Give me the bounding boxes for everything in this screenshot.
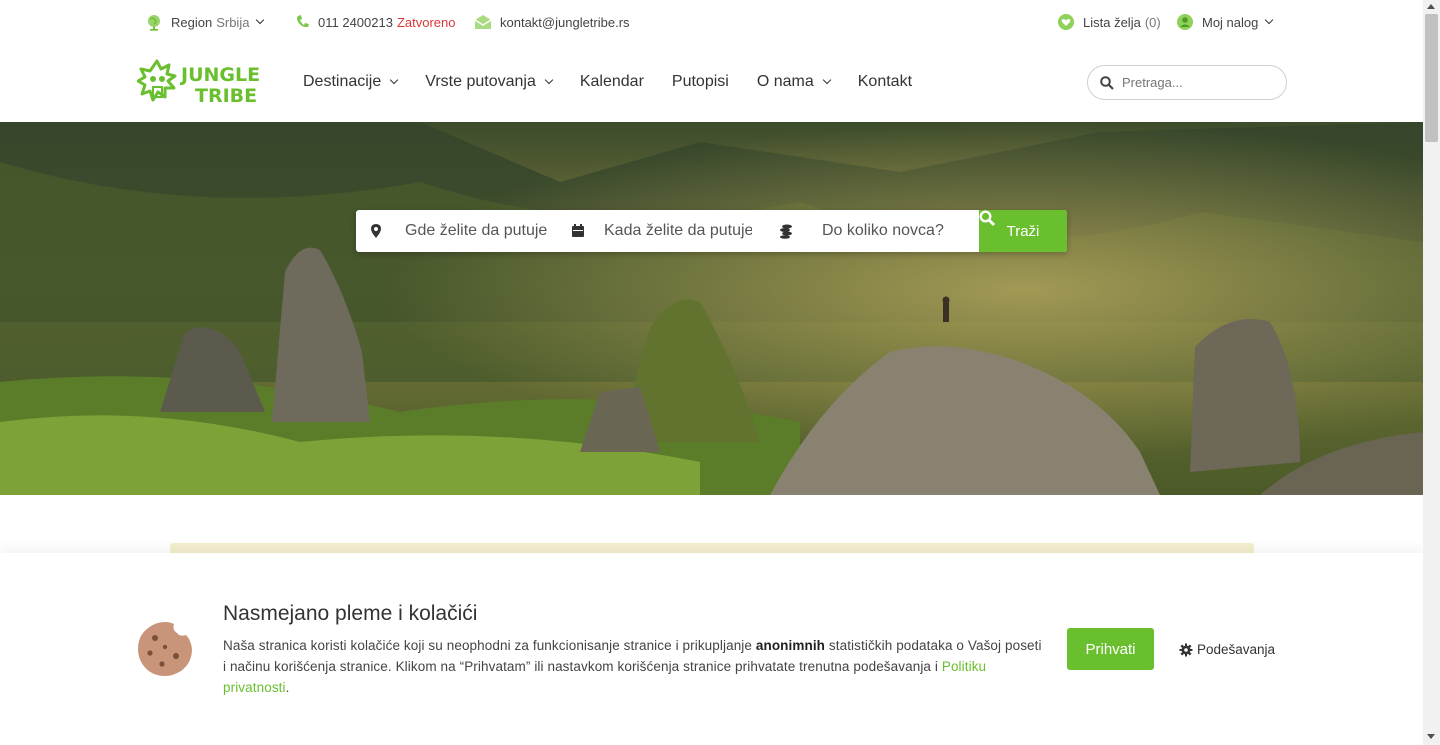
nav-item-putopisi[interactable]: Putopisi xyxy=(672,71,729,93)
date-field[interactable] xyxy=(558,210,766,252)
phone-icon xyxy=(297,15,309,28)
nav-label: Kalendar xyxy=(579,73,644,90)
region-selector[interactable]: Region Srbija xyxy=(145,13,265,31)
cookie-title: Nasmejano pleme i kolačići xyxy=(223,602,478,625)
date-input[interactable] xyxy=(604,211,752,251)
nav-label: Putopisi xyxy=(671,73,729,90)
chevron-down-icon xyxy=(544,75,554,85)
scroll-up-arrow-icon[interactable] xyxy=(1427,4,1435,9)
scroll-down-arrow-icon[interactable] xyxy=(1427,734,1435,739)
email-contact[interactable]: kontakt@jungletribe.rs xyxy=(474,13,630,31)
logo-text-tribe: TRIBE xyxy=(195,85,257,107)
nav-item-kontakt[interactable]: Kontakt xyxy=(858,71,912,93)
scroll-thumb[interactable] xyxy=(1425,14,1438,142)
logo-text-jungle: JUNGLE xyxy=(179,64,260,86)
region-value: Srbija xyxy=(216,14,250,30)
email-address: kontakt@jungletribe.rs xyxy=(500,14,630,30)
map-pin-icon xyxy=(371,224,381,238)
nav-item-vrste-putovanja[interactable]: Vrste putovanja xyxy=(425,71,554,93)
globe-icon xyxy=(148,15,160,31)
chevron-down-icon xyxy=(822,75,831,85)
nav-label: O nama xyxy=(756,73,814,90)
user-icon xyxy=(1177,14,1193,30)
trip-search-bar: Traži xyxy=(356,210,1067,252)
cookie-text: Naša stranica koristi kolačiće koji su n… xyxy=(223,635,1043,698)
wishlist-label: Lista želja xyxy=(1083,14,1141,30)
nav-label: Destinacije xyxy=(303,73,382,90)
wishlist-link[interactable]: Lista želja (0) xyxy=(1057,13,1161,31)
chevron-down-icon xyxy=(390,75,399,85)
jungle-tribe-logo[interactable]: JUNGLE TRIBE xyxy=(137,57,273,109)
nav-item-kalendar[interactable]: Kalendar xyxy=(580,71,644,93)
budget-input[interactable] xyxy=(822,211,972,251)
gear-icon xyxy=(1179,643,1193,656)
hero-banner: Traži xyxy=(0,122,1423,495)
cookie-text-bold: anonimnih xyxy=(755,638,826,653)
nav-label: Vrste putovanja xyxy=(425,73,536,90)
envelope-icon xyxy=(474,15,492,29)
main-nav: Destinacije Vrste putovanja Kalendar Put… xyxy=(303,71,940,93)
search-icon xyxy=(1100,75,1114,90)
destination-field[interactable] xyxy=(356,210,558,252)
cookie-text-part: Naša stranica koristi kolačiće koji su n… xyxy=(223,638,756,653)
wishlist-count: (0) xyxy=(1144,14,1161,30)
phone-status: Zatvoreno xyxy=(396,14,456,30)
account-menu[interactable]: Moj nalog xyxy=(1176,13,1274,31)
chevron-down-icon xyxy=(1265,15,1274,25)
phone-contact[interactable]: 011 2400213 Zatvoreno xyxy=(294,13,456,31)
search-button[interactable]: Traži xyxy=(979,210,1067,252)
nav-item-o-nama[interactable]: O nama xyxy=(756,71,831,93)
accept-label: Prihvati xyxy=(1085,640,1136,658)
heart-icon xyxy=(1058,14,1074,30)
region-label: Region xyxy=(171,14,213,30)
accept-cookies-button[interactable]: Prihvati xyxy=(1067,628,1154,670)
cookie-icon xyxy=(138,622,192,676)
chevron-down-icon xyxy=(256,15,265,25)
mountain-landscape-image xyxy=(0,122,1423,495)
destination-input[interactable] xyxy=(405,211,547,251)
header-search-input[interactable] xyxy=(1122,75,1272,90)
phone-number: 011 2400213 xyxy=(318,14,393,30)
cookie-text-end: . xyxy=(285,680,290,695)
budget-field[interactable] xyxy=(766,210,978,252)
search-icon xyxy=(979,210,995,226)
page-scrollbar[interactable] xyxy=(1423,0,1440,745)
search-button-label: Traži xyxy=(1006,222,1040,240)
cookie-settings-button[interactable]: Podešavanja xyxy=(1179,642,1275,657)
top-utility-bar: Region Srbija 011 2400213 Zatvoreno kont… xyxy=(0,0,1423,44)
calendar-icon xyxy=(572,224,584,237)
nav-label: Kontakt xyxy=(857,73,913,90)
account-label: Moj nalog xyxy=(1202,14,1259,30)
settings-label: Podešavanja xyxy=(1197,642,1276,657)
nav-item-destinacije[interactable]: Destinacije xyxy=(303,71,399,93)
coins-icon xyxy=(780,224,792,239)
header-search[interactable] xyxy=(1087,65,1287,100)
cookie-banner: Nasmejano pleme i kolačići Naša stranica… xyxy=(0,553,1423,745)
